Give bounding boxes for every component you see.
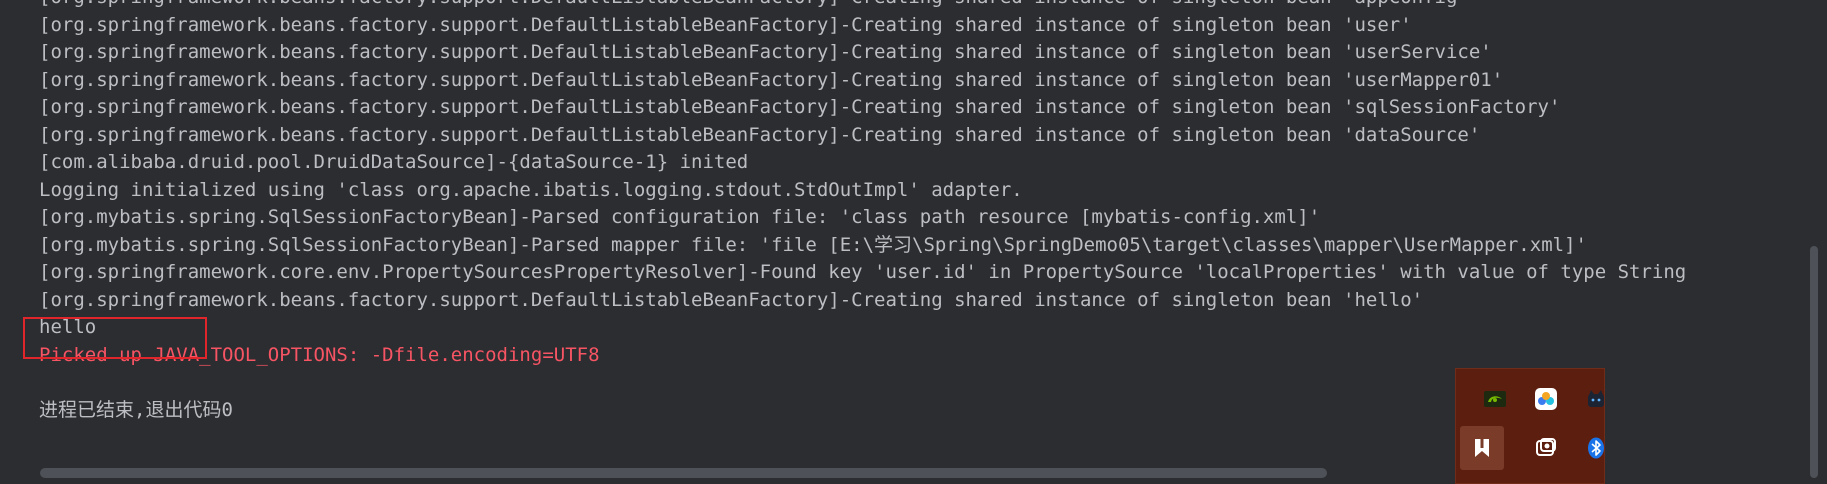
- bookmark-app-icon[interactable]: [1460, 426, 1504, 470]
- console-line: [org.mybatis.spring.SqlSessionFactoryBea…: [39, 233, 1587, 256]
- bluetooth-icon[interactable]: [1574, 426, 1618, 470]
- hello-highlight-box: [23, 317, 207, 359]
- nvidia-icon[interactable]: [1473, 377, 1517, 421]
- console-line-stderr: Picked up JAVA_TOOL_OPTIONS: -Dfile.enco…: [39, 343, 600, 366]
- console-line: [org.springframework.beans.factory.suppo…: [39, 123, 1481, 146]
- console-line: [com.alibaba.druid.pool.DruidDataSource]…: [39, 151, 749, 173]
- horizontal-scrollbar[interactable]: [40, 468, 1327, 478]
- console-line: [org.springframework.beans.factory.suppo…: [39, 288, 1424, 311]
- system-tray-overflow: [1455, 368, 1605, 484]
- console-line: Logging initialized using 'class org.apa…: [39, 178, 1023, 201]
- console-line: [org.springframework.beans.factory.suppo…: [39, 13, 1412, 36]
- console-line: [org.mybatis.spring.SqlSessionFactoryBea…: [39, 206, 1321, 228]
- console-line: [org.springframework.core.env.PropertySo…: [39, 261, 1687, 283]
- console-line-hello-output: hello: [39, 316, 97, 338]
- cloud-sync-icon[interactable]: [1524, 377, 1568, 421]
- vertical-scrollbar[interactable]: [1810, 246, 1818, 478]
- screenshot-app-icon[interactable]: [1524, 426, 1568, 470]
- console-line: [org.springframework.beans.factory.suppo…: [39, 41, 1492, 63]
- console-line-blank: [39, 369, 1686, 397]
- console-line: [org.springframework.beans.factory.suppo…: [39, 68, 1504, 91]
- cat-app-icon[interactable]: [1574, 377, 1618, 421]
- console-line-exit-status: 进程已结束,退出代码0: [39, 398, 233, 421]
- console-line: [org.springframework.beans.factory.suppo…: [39, 96, 1561, 118]
- console-line: [org.springframework.beans.factory.suppo…: [39, 0, 1686, 12]
- console-output: [org.springframework.beans.factory.suppo…: [39, 0, 1686, 424]
